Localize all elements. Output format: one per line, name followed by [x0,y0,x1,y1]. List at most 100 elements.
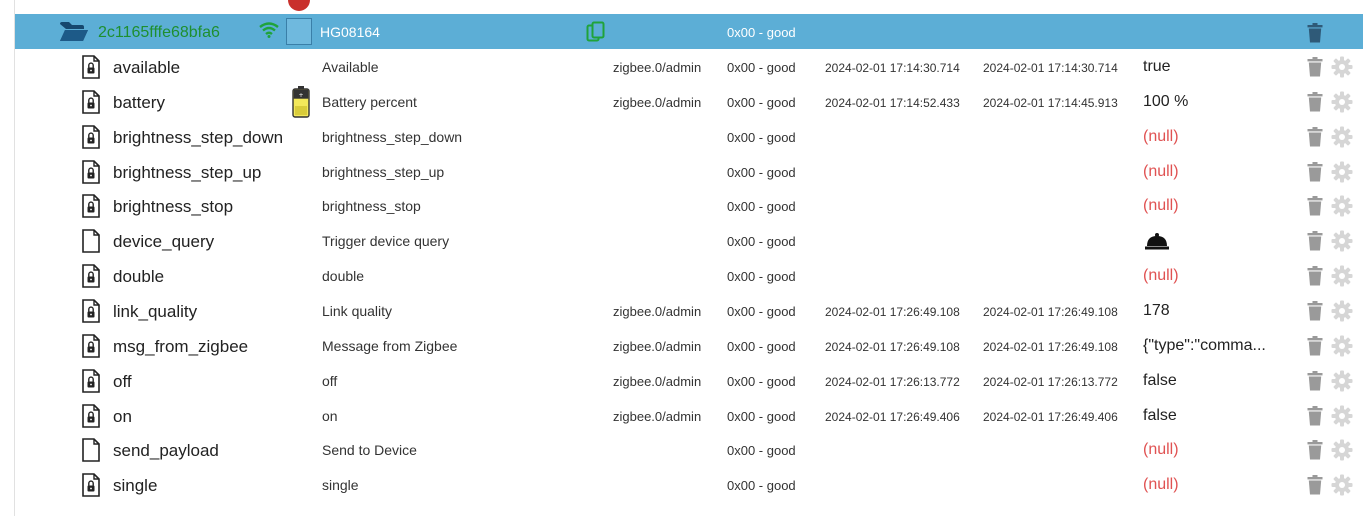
state-value[interactable]: (null) [1143,163,1283,181]
state-value[interactable]: (null) [1143,128,1283,146]
trash-icon[interactable] [1307,161,1323,187]
state-value[interactable]: 178 [1143,302,1283,320]
state-description: brightness_step_up [322,163,445,180]
state-description: double [322,268,365,285]
state-row-brightness-step-up[interactable]: brightness_step_up + brightness_step_up … [15,155,1363,190]
state-status: 0x00 - good [727,60,796,75]
state-last-change: 2024-02-01 17:26:49.108 [983,339,1118,354]
state-value[interactable]: false [1143,372,1283,390]
state-row-single[interactable]: single + single 0x00 - good (null) [15,468,1363,503]
state-row-brightness-step-down[interactable]: brightness_step_down + brightness_step_d… [15,120,1363,155]
state-value[interactable]: (null) [1143,197,1283,215]
gear-icon[interactable] [1331,439,1353,466]
state-description: Trigger device query [322,233,450,250]
state-name: off [113,371,132,391]
state-name: double [113,267,165,287]
state-status: 0x00 - good [727,94,796,110]
gear-icon[interactable] [1331,370,1353,397]
gear-icon[interactable] [1331,230,1353,257]
state-description: Available [322,59,379,75]
trash-icon[interactable] [1307,370,1323,396]
battery-device-icon: + [292,85,310,123]
state-row-off[interactable]: off + off zigbee.0/admin 0x00 - good 202… [15,364,1363,399]
state-row-brightness-stop[interactable]: brightness_stop + brightness_stop 0x00 -… [15,189,1363,224]
state-name: brightness_step_down [113,127,284,147]
state-last-change: 2024-02-01 17:14:45.913 [983,95,1118,110]
trash-icon[interactable] [1307,196,1323,221]
state-description: Link quality [322,302,393,319]
state-last-change: 2024-02-01 17:26:13.772 [983,374,1118,389]
header-status: 0x00 - good [727,25,796,40]
gear-icon[interactable] [1331,265,1353,292]
state-row-double[interactable]: double + double 0x00 - good (null) [15,259,1363,294]
state-row-link-quality[interactable]: link_quality + Link quality zigbee.0/adm… [15,294,1363,329]
trash-icon[interactable] [1307,300,1323,326]
state-row-on[interactable]: on + on zigbee.0/admin 0x00 - good 2024-… [15,399,1363,434]
state-row-available[interactable]: available + Available zigbee.0/admin 0x0… [15,50,1363,85]
folder-open-icon[interactable] [59,21,89,48]
file-lock-icon [82,194,100,223]
state-status: 0x00 - good [727,373,796,389]
trash-icon[interactable] [1307,335,1323,361]
trash-icon[interactable] [1307,23,1323,48]
state-row-device-query[interactable]: device_query + Trigger device query 0x00… [15,224,1363,259]
state-description: single [322,477,359,494]
file-lock-icon [82,368,100,398]
trash-icon[interactable] [1307,91,1323,117]
copy-icon[interactable] [586,21,606,48]
state-name: link_quality [113,301,198,321]
state-value[interactable]: (null) [1143,267,1283,285]
state-status: 0x00 - good [727,269,796,285]
state-value[interactable]: (null) [1143,441,1283,459]
trash-icon[interactable] [1307,231,1323,256]
file-icon [82,438,100,467]
state-status: 0x00 - good [727,129,796,145]
state-row-battery[interactable]: battery + Battery percent zigbee.0/admin… [15,85,1363,120]
state-source: zigbee.0/admin [613,94,702,110]
trash-icon[interactable] [1307,405,1323,431]
device-image-placeholder [286,18,312,45]
file-lock-icon [82,403,100,433]
state-last-change: 2024-02-01 17:14:30.714 [983,61,1118,75]
device-header-row[interactable]: 2c1165fffe68bfa6 HG08164 0x00 - good [15,0,1363,49]
file-lock-icon [82,90,100,119]
gear-icon[interactable] [1331,300,1353,327]
state-value[interactable]: false [1143,407,1283,425]
bell-icon[interactable] [1145,232,1169,255]
state-description: Message from Zigbee [322,337,458,354]
file-lock-icon [82,299,100,328]
state-source: zigbee.0/admin [613,338,702,354]
state-value[interactable]: (null) [1143,476,1283,494]
state-name: msg_from_zigbee [113,336,249,356]
state-value[interactable]: {"type":"comma... [1143,337,1283,355]
trash-icon[interactable] [1307,475,1323,500]
gear-icon[interactable] [1331,335,1353,362]
state-description: off [322,372,338,389]
gear-icon[interactable] [1331,91,1353,118]
state-value[interactable]: true [1143,58,1283,76]
state-status: 0x00 - good [727,408,796,424]
alert-indicator [288,0,310,11]
gear-icon[interactable] [1331,161,1353,188]
gear-icon[interactable] [1331,126,1353,153]
state-description: on [322,407,338,424]
trash-icon[interactable] [1307,266,1323,291]
trash-icon[interactable] [1307,440,1323,465]
state-row-send-payload[interactable]: send_payload + Send to Device 0x00 - goo… [15,433,1363,468]
state-description: brightness_step_down [322,128,463,145]
trash-icon[interactable] [1307,126,1323,152]
gear-icon[interactable] [1331,56,1353,83]
gear-icon[interactable] [1331,474,1353,501]
gear-icon[interactable] [1331,405,1353,432]
trash-icon[interactable] [1307,57,1323,82]
state-timestamp: 2024-02-01 17:26:49.108 [825,304,960,319]
state-status: 0x00 - good [727,164,796,180]
gear-icon[interactable] [1331,195,1353,222]
state-name: battery [113,92,165,112]
state-value[interactable]: 100 % [1143,93,1283,111]
file-icon [82,229,100,258]
state-timestamp: 2024-02-01 17:26:49.108 [825,339,960,354]
file-lock-icon [82,473,100,502]
state-row-msg-from-zigbee[interactable]: msg_from_zigbee + Message from Zigbee zi… [15,329,1363,364]
state-status: 0x00 - good [727,303,796,319]
